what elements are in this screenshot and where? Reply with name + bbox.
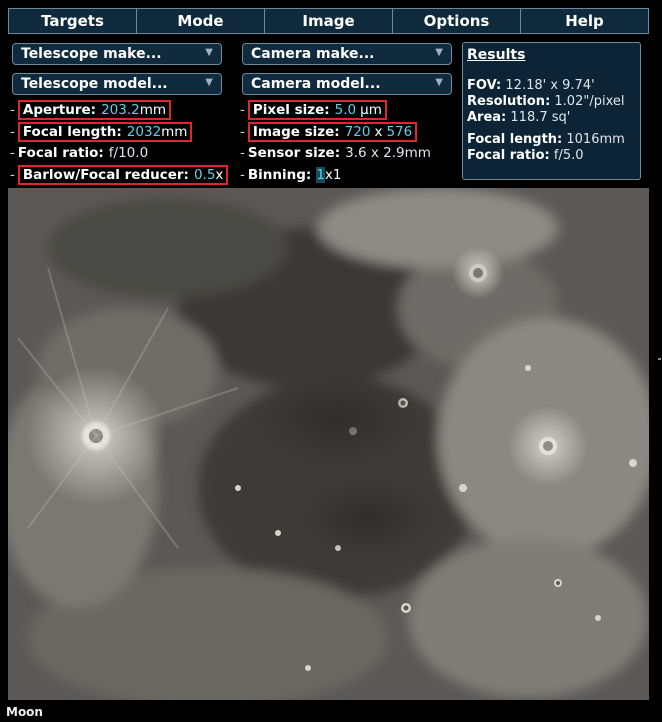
image-size-row: - Image size: 720 x 576 (240, 122, 418, 142)
focal-ratio-row: - Focal ratio: f/10.0 (10, 145, 148, 161)
resolution-row: Resolution: 1.02"/pixel (467, 94, 636, 109)
results-title: Results (467, 47, 526, 63)
fov-value: 12.18' x 9.74' (505, 78, 595, 93)
chevron-down-icon: ▼ (205, 77, 213, 88)
menu-bar: Targets Mode Image Options Help (8, 8, 649, 34)
moon-surface-svg (8, 188, 649, 700)
image-size-highlight: Image size: 720 x 576 (247, 122, 418, 142)
chevron-down-icon: ▼ (435, 47, 443, 58)
fov-row: FOV: 12.18' x 9.74' (467, 78, 636, 93)
result-focal-ratio-value: f/5.0 (553, 148, 584, 163)
pixel-size-value[interactable]: 5.0 (335, 102, 356, 118)
pixel-size-highlight: Pixel size: 5.0 µm (247, 100, 387, 120)
row-dash: - (10, 167, 15, 183)
menu-options[interactable]: Options (393, 9, 521, 33)
focal-length-unit: mm (161, 124, 188, 140)
aperture-label: Aperture: (22, 102, 97, 118)
binning-label: Binning: (247, 167, 312, 183)
row-dash: - (10, 102, 15, 118)
barlow-highlight: Barlow/Focal reducer: 0.5 x (17, 165, 229, 185)
barlow-value[interactable]: 0.5 (194, 167, 215, 183)
chevron-down-icon: ▼ (435, 77, 443, 88)
focal-ratio-label: Focal ratio: (17, 145, 104, 161)
camera-make-select[interactable]: Camera make... ▼ (242, 43, 452, 65)
result-focal-ratio-label: Focal ratio: (467, 148, 550, 163)
row-dash: - (240, 102, 245, 118)
moon-image[interactable] (8, 188, 649, 700)
telescope-model-select[interactable]: Telescope model... ▼ (12, 73, 222, 95)
menu-image[interactable]: Image (265, 9, 393, 33)
target-caption: Moon (6, 705, 43, 719)
results-panel: Results FOV: 12.18' x 9.74' Resolution: … (462, 42, 641, 180)
focal-length-label: Focal length: (22, 124, 122, 140)
row-dash: - (10, 124, 15, 140)
menu-mode[interactable]: Mode (137, 9, 265, 33)
menu-help[interactable]: Help (521, 9, 648, 33)
image-size-width[interactable]: 720 (345, 124, 371, 140)
barlow-unit: x (215, 167, 224, 183)
pixel-size-row: - Pixel size: 5.0 µm (240, 100, 387, 120)
result-focal-length-value: 1016mm (566, 132, 625, 147)
area-row: Area: 118.7 sq' (467, 110, 636, 125)
binning-row: - Binning: 1 x1 (240, 167, 342, 183)
image-size-x: x (374, 124, 383, 140)
aperture-row: - Aperture: 203.2 mm (10, 100, 172, 120)
result-focal-length-row: Focal length: 1016mm (467, 132, 636, 147)
sensor-size-value: 3.6 x 2.9mm (345, 145, 431, 161)
settings-panel: Telescope make... ▼ Telescope model... ▼… (8, 36, 649, 186)
aperture-highlight: Aperture: 203.2 mm (17, 100, 172, 120)
row-dash: - (240, 145, 245, 161)
resolution-value: 1.02"/pixel (554, 94, 625, 109)
telescope-model-label: Telescope model... (21, 76, 168, 92)
area-label: Area: (467, 110, 507, 125)
aperture-value[interactable]: 203.2 (101, 102, 140, 118)
sensor-size-label: Sensor size: (247, 145, 341, 161)
resolution-label: Resolution: (467, 94, 551, 109)
chevron-down-icon: ▼ (205, 47, 213, 58)
camera-model-label: Camera model... (251, 76, 381, 92)
row-dash: - (240, 167, 245, 183)
telescope-make-label: Telescope make... (21, 46, 162, 62)
row-dash: - (10, 145, 15, 161)
aperture-unit: mm (139, 102, 167, 118)
image-size-label: Image size: (252, 124, 340, 140)
result-focal-ratio-row: Focal ratio: f/5.0 (467, 148, 636, 163)
binning-unit: x1 (324, 167, 342, 183)
row-dash: - (240, 124, 245, 140)
pixel-size-unit: µm (360, 102, 382, 118)
focal-length-value[interactable]: 2032 (127, 124, 161, 140)
image-size-height[interactable]: 576 (386, 124, 412, 140)
camera-model-select[interactable]: Camera model... ▼ (242, 73, 452, 95)
barlow-label: Barlow/Focal reducer: (22, 167, 189, 183)
focal-length-row: - Focal length: 2032 mm (10, 122, 193, 142)
camera-make-label: Camera make... (251, 46, 375, 62)
pixel-size-label: Pixel size: (252, 102, 330, 118)
focal-length-highlight: Focal length: 2032 mm (17, 122, 193, 142)
menu-targets[interactable]: Targets (9, 9, 137, 33)
sensor-size-row: - Sensor size: 3.6 x 2.9mm (240, 145, 431, 161)
fov-label: FOV: (467, 78, 502, 93)
area-value: 118.7 sq' (510, 110, 571, 125)
scroll-tick (658, 358, 661, 360)
focal-ratio-value: f/10.0 (108, 145, 149, 161)
telescope-make-select[interactable]: Telescope make... ▼ (12, 43, 222, 65)
binning-value[interactable]: 1 (316, 167, 325, 183)
result-focal-length-label: Focal length: (467, 132, 563, 147)
barlow-row: - Barlow/Focal reducer: 0.5 x (10, 165, 229, 185)
